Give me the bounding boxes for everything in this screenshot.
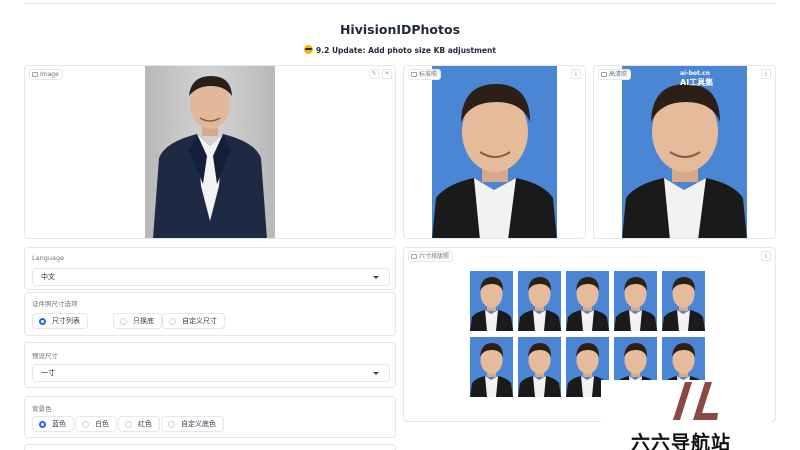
download-icon[interactable]: ⤓	[571, 69, 581, 79]
radio-label: 只换底	[133, 317, 154, 325]
image-upload-panel[interactable]: Image ✎ ✕	[24, 65, 396, 239]
hd-watermark: ai-bot.cn AI工具集	[680, 70, 713, 88]
image-panel-label: Image	[29, 69, 63, 80]
preset-size-value: 一寸	[41, 369, 55, 377]
layout-id-photo	[614, 271, 657, 331]
site-logo-icon	[673, 382, 718, 420]
chevron-down-icon	[373, 276, 379, 279]
pencil-icon[interactable]: ✎	[369, 69, 379, 79]
radio-dot-icon	[39, 318, 46, 325]
radio-red[interactable]: 红色	[118, 416, 160, 432]
radio-size-list[interactable]: 尺寸列表	[32, 313, 88, 329]
radio-dot-icon	[39, 421, 46, 428]
radio-dot-icon	[168, 421, 175, 428]
standard-photo	[432, 66, 557, 238]
layout-id-photo	[518, 337, 561, 397]
background-color-panel: 背景色 蓝色 白色 红色 自定义底色	[24, 396, 396, 438]
image-label-text: Image	[40, 71, 59, 78]
radio-blue[interactable]: 蓝色	[32, 416, 74, 432]
radio-dot-icon	[125, 421, 132, 428]
layout-id-photo	[470, 337, 513, 397]
page-subtitle: 9.2 Update: Add photo size KB adjustment	[0, 45, 800, 55]
close-icon[interactable]: ✕	[382, 69, 392, 79]
person-headshot	[432, 84, 557, 238]
preset-size-panel: 预设尺寸 一寸	[24, 342, 396, 388]
radio-white[interactable]: 白色	[75, 416, 117, 432]
hd-photo-panel: ai-bot.cn AI工具集 高清照 ⤓	[593, 65, 776, 239]
next-panel-edge	[24, 444, 396, 450]
hd-watermark-brand: AI工具集	[680, 78, 714, 87]
layout-id-photo	[470, 271, 513, 331]
standard-label-text: 标准照	[419, 71, 438, 78]
hd-watermark-url: ai-bot.cn	[680, 70, 710, 77]
layout-id-photo	[566, 271, 609, 331]
chevron-down-icon	[373, 372, 379, 375]
site-watermark: 六六导航站	[601, 380, 771, 450]
hd-label-text: 高清照	[609, 71, 628, 78]
size-option-label: 证件照尺寸选项	[32, 300, 78, 308]
radio-label: 白色	[95, 420, 109, 428]
language-value: 中文	[41, 273, 55, 281]
language-dropdown[interactable]: 中文	[32, 268, 390, 286]
top-divider	[24, 0, 776, 4]
radio-label: 蓝色	[52, 420, 66, 428]
page-title: HivisionIDPhotos	[339, 22, 461, 37]
radio-dot-icon	[82, 421, 89, 428]
image-icon	[411, 254, 417, 259]
radio-custom-size[interactable]: 自定义尺寸	[162, 313, 225, 329]
preset-size-dropdown[interactable]: 一寸	[32, 364, 390, 382]
layout-id-photo	[518, 271, 561, 331]
radio-label: 红色	[138, 420, 152, 428]
layout-label-text: 六寸排版照	[419, 253, 450, 260]
layout-id-photo	[662, 271, 705, 331]
preset-size-label: 预设尺寸	[32, 352, 58, 360]
sunglasses-emoji-icon	[304, 45, 314, 54]
image-icon	[32, 72, 38, 77]
update-note: 9.2 Update: Add photo size KB adjustment	[316, 46, 496, 55]
image-icon	[411, 72, 417, 77]
hd-photo: ai-bot.cn AI工具集	[622, 66, 747, 238]
uploaded-photo	[145, 66, 275, 238]
radio-custom-color[interactable]: 自定义底色	[161, 416, 224, 432]
person-portrait	[153, 76, 267, 238]
download-icon[interactable]: ⤓	[761, 251, 771, 261]
person-headshot	[622, 84, 747, 238]
background-color-label: 背景色	[32, 405, 52, 413]
layout-photo-label: 六寸排版照	[408, 251, 454, 262]
site-watermark-text: 六六导航站	[631, 432, 732, 450]
radio-label: 自定义尺寸	[182, 317, 217, 325]
language-label: Language	[32, 254, 65, 262]
size-option-panel: 证件照尺寸选项 尺寸列表 只换底 自定义尺寸	[24, 292, 396, 336]
download-icon[interactable]: ⤓	[761, 69, 771, 79]
radio-label: 尺寸列表	[52, 317, 80, 325]
radio-dot-icon	[169, 318, 176, 325]
standard-photo-label: 标准照	[408, 69, 442, 80]
image-icon	[601, 72, 607, 77]
hd-photo-label: 高清照	[598, 69, 632, 80]
radio-dot-icon	[120, 318, 127, 325]
radio-label: 自定义底色	[181, 420, 216, 428]
language-panel: Language 中文	[24, 247, 396, 290]
standard-photo-panel: 标准照 ⤓	[403, 65, 586, 239]
radio-only-background[interactable]: 只换底	[113, 313, 162, 329]
